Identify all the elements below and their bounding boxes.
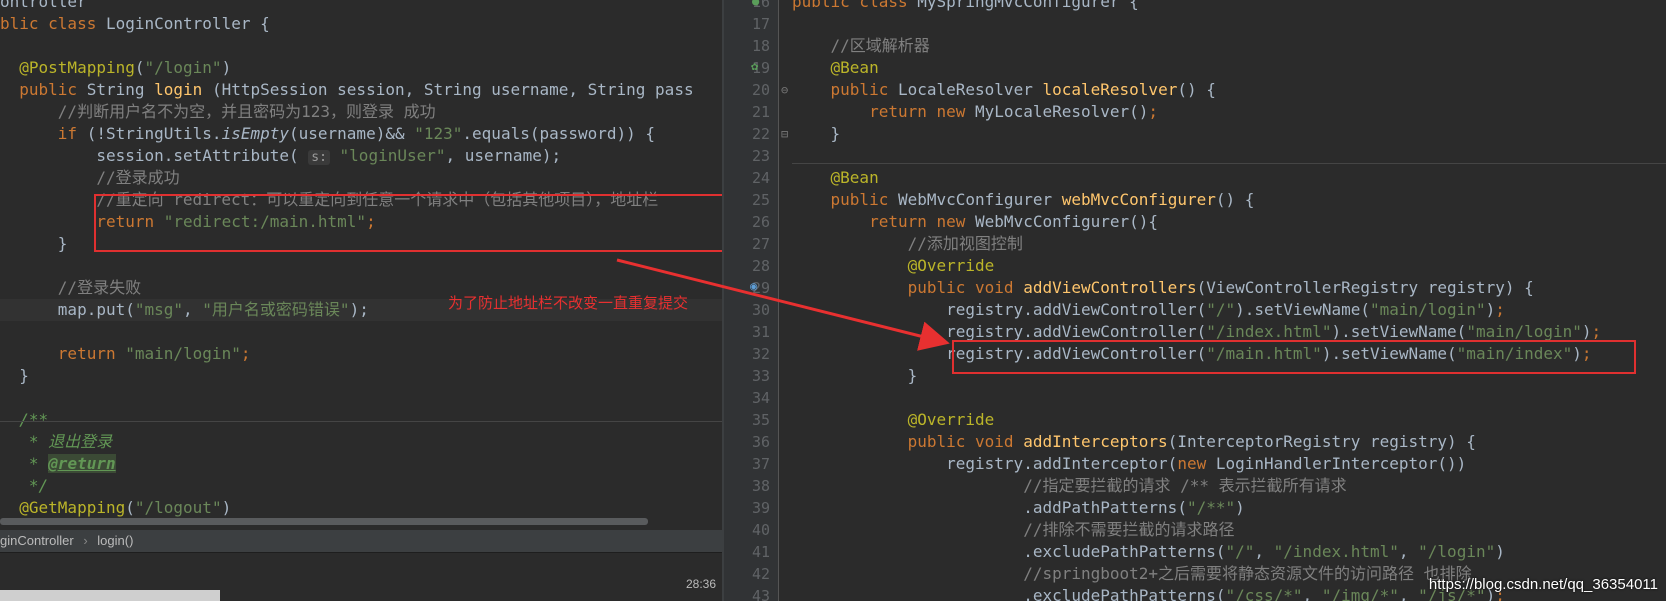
arrow-annotation bbox=[616, 258, 950, 351]
